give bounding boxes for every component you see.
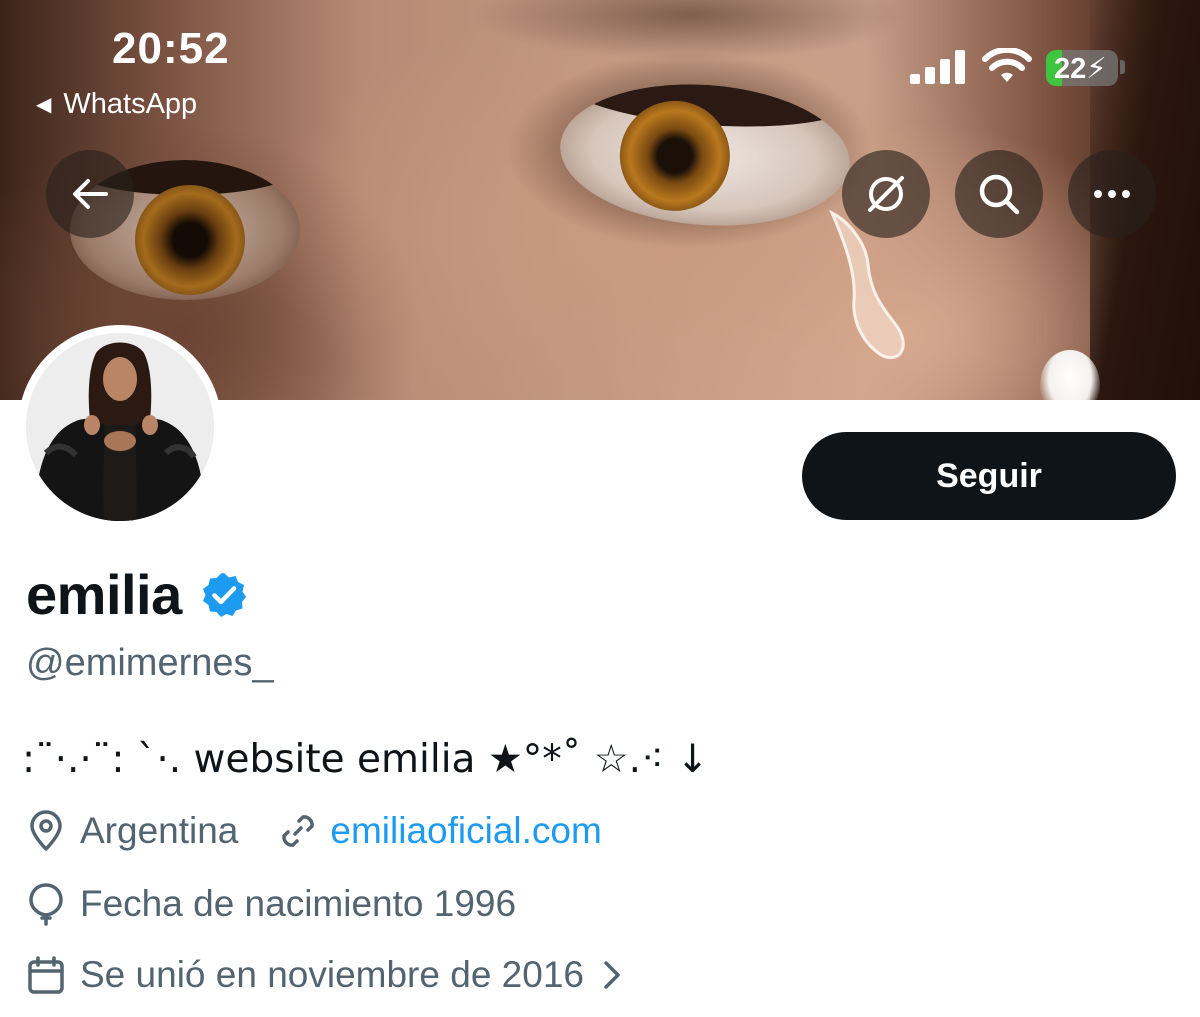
verified-badge-icon[interactable] xyxy=(200,571,248,619)
back-triangle-icon: ◀ xyxy=(36,94,52,116)
follow-button[interactable]: Seguir xyxy=(802,432,1176,520)
back-app-label: WhatsApp xyxy=(63,88,198,120)
arrow-left-icon xyxy=(73,179,108,209)
wifi-icon xyxy=(982,48,1032,82)
location-pin-icon xyxy=(30,810,62,851)
battery-icon: 22⚡ xyxy=(1046,50,1118,86)
website-link[interactable]: emiliaoficial.com xyxy=(278,810,602,852)
profile-avatar[interactable] xyxy=(18,325,222,529)
birth-row: Fecha de nacimiento 1996 xyxy=(26,882,516,926)
more-options-button[interactable] xyxy=(1068,150,1156,238)
location-text: Argentina xyxy=(80,810,239,851)
back-button[interactable] xyxy=(46,150,134,238)
status-time: 20:52 xyxy=(112,24,230,73)
chevron-right-icon xyxy=(604,961,620,989)
website-text[interactable]: emiliaoficial.com xyxy=(330,810,601,852)
profile-screen: 20:52 ◀ WhatsApp 22⚡ Seguir emilia @emim… xyxy=(0,0,1200,1017)
battery-level: 22⚡ xyxy=(1054,53,1107,85)
display-name: emilia xyxy=(26,563,182,626)
birth-text: Fecha de nacimiento 1996 xyxy=(80,883,517,924)
joined-row[interactable]: Se unió en noviembre de 2016 xyxy=(26,954,622,996)
joined-text: Se unió en noviembre de 2016 xyxy=(80,954,584,995)
calendar-icon xyxy=(28,956,64,994)
banner-eye-right xyxy=(555,75,855,235)
avatar-photo xyxy=(26,333,214,521)
display-name-row: emilia xyxy=(26,562,248,627)
user-handle: @emimernes_ xyxy=(26,642,274,684)
balloon-icon xyxy=(29,883,63,926)
cellular-signal-icon xyxy=(910,50,965,84)
search-icon xyxy=(979,174,1020,215)
profile-bio: :¨·.·¨: `·. website emilia ★°*˚ ☆.⁖ ↓ xyxy=(22,737,709,782)
grok-icon xyxy=(868,176,904,212)
more-horizontal-icon xyxy=(1094,190,1130,198)
back-to-app-link[interactable]: ◀ WhatsApp xyxy=(36,88,197,121)
grok-button[interactable] xyxy=(842,150,930,238)
search-button[interactable] xyxy=(955,150,1043,238)
location-website-row: Argentina emiliaoficial.com xyxy=(26,810,602,852)
link-icon xyxy=(282,815,315,847)
